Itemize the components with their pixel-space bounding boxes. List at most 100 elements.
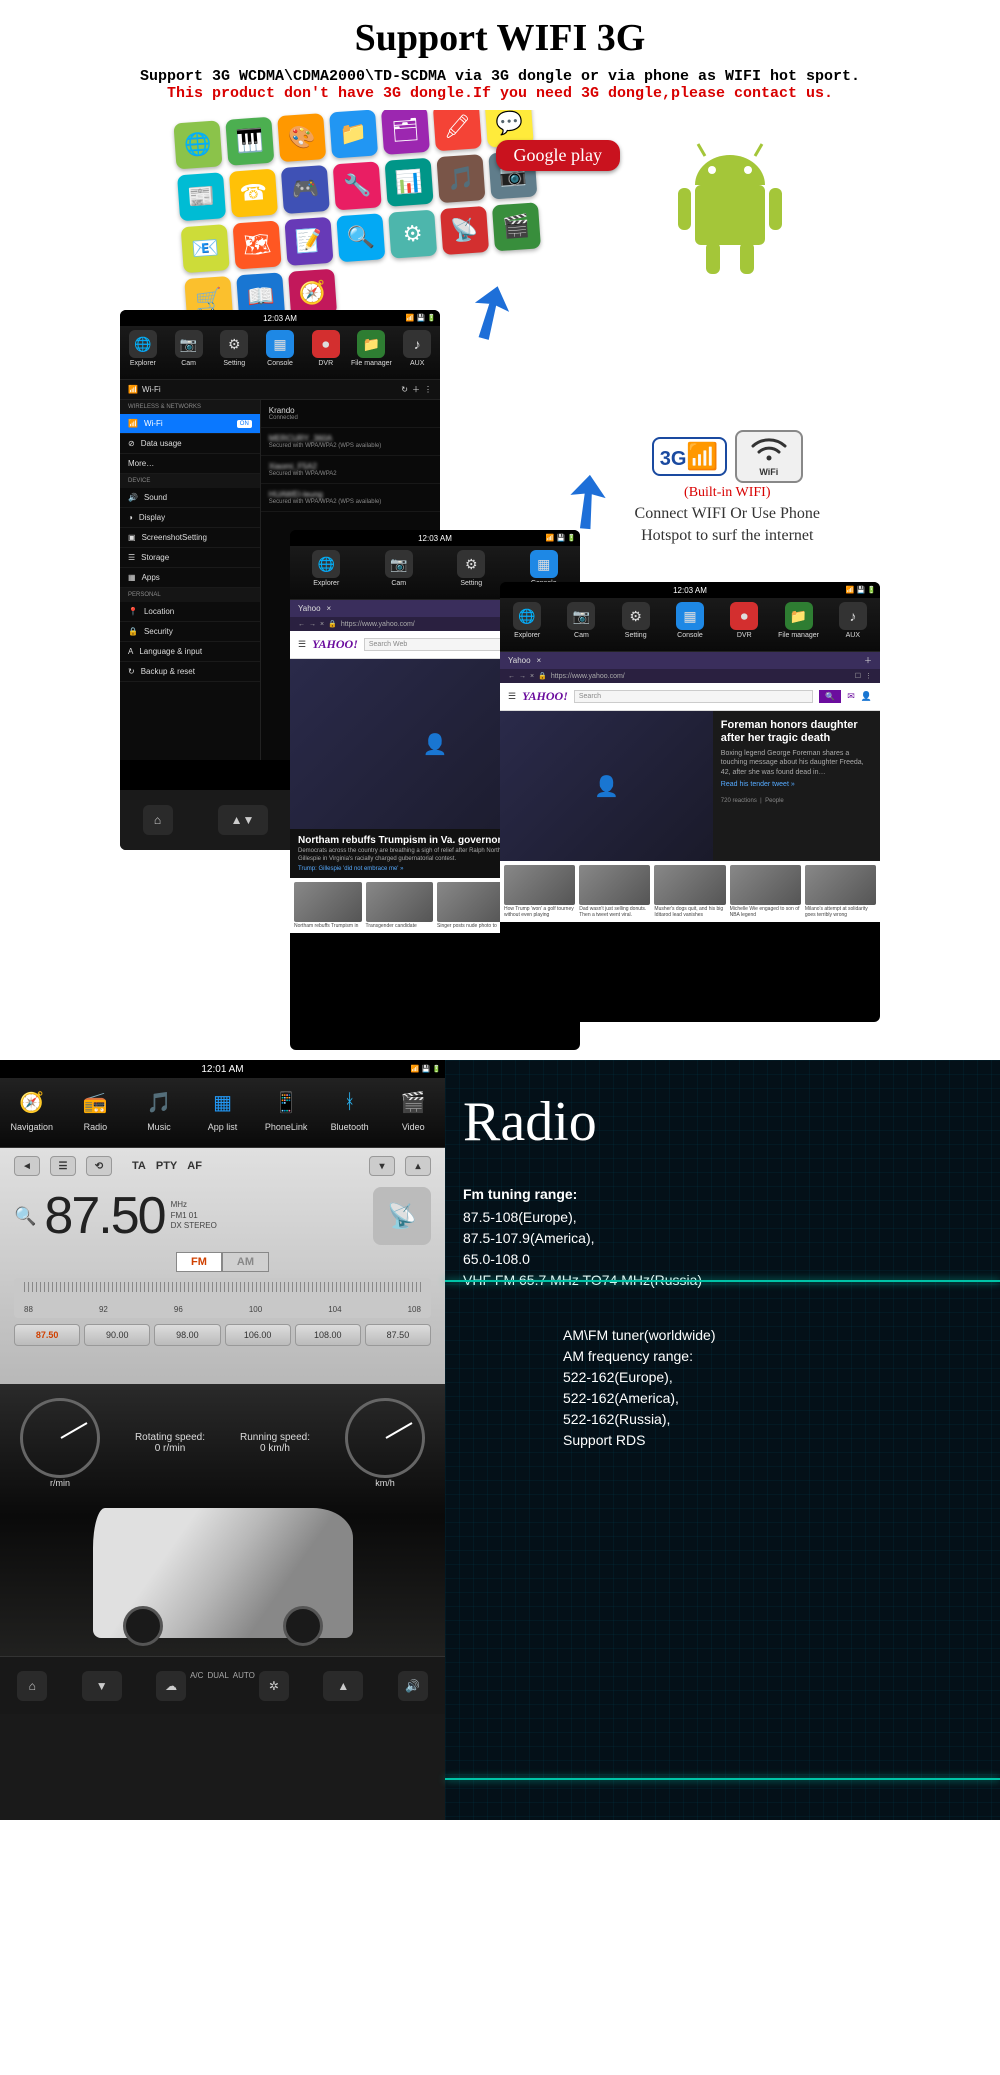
news-thumb[interactable]: Singer posts nude photo to <box>437 882 505 930</box>
search-button[interactable]: 🔍 <box>819 690 841 703</box>
prev-button[interactable]: ◄ <box>14 1156 40 1176</box>
app-icon[interactable]: 🎹 <box>225 117 274 166</box>
app-icon[interactable]: 📊 <box>385 158 434 207</box>
app-icon[interactable]: ⚙ <box>388 210 437 259</box>
yahoo-logo[interactable]: YAHOO! <box>522 689 568 704</box>
volume-button[interactable]: 🔊 <box>398 1671 428 1701</box>
preset-button[interactable]: 90.00 <box>84 1324 150 1346</box>
close-icon[interactable]: × <box>320 621 324 628</box>
fm-button[interactable]: FM <box>176 1252 222 1272</box>
temp-down-button[interactable]: ▼ <box>82 1671 122 1701</box>
search-input[interactable]: Search <box>574 690 813 703</box>
news-thumb[interactable]: How Trump 'won' a golf tourney without e… <box>504 865 575 918</box>
tune-up-button[interactable]: ▴ <box>405 1156 431 1176</box>
toolbar-item-explorer[interactable]: 🌐Explorer <box>120 326 166 379</box>
af-button[interactable]: AF <box>187 1160 202 1172</box>
app-icon[interactable]: 🔍 <box>336 213 385 262</box>
toolbar-item-dvr[interactable]: ⏺DVR <box>303 326 349 379</box>
toolbar-item-setting[interactable]: ⚙Setting <box>609 598 663 651</box>
app-icon[interactable]: 🧭 <box>288 269 337 310</box>
preset-button[interactable]: 106.00 <box>225 1324 291 1346</box>
menu-icon[interactable]: ⋮ <box>424 385 432 394</box>
sidebar-item-display[interactable]: ◑Display <box>120 508 260 528</box>
toolbar-item-cam[interactable]: 📷Cam <box>363 546 436 599</box>
fan-button[interactable]: ✲ <box>259 1671 289 1701</box>
nav-item-phonelink[interactable]: 📱PhoneLink <box>254 1078 318 1147</box>
news-thumb[interactable]: Northam rebuffs Trumpism in <box>294 882 362 930</box>
nav-item-music[interactable]: 🎵Music <box>127 1078 191 1147</box>
app-icon[interactable]: 🎮 <box>281 165 330 214</box>
preset-button[interactable]: 108.00 <box>295 1324 361 1346</box>
toolbar-item-console[interactable]: ▦Console <box>663 598 717 651</box>
toolbar-item-file-manager[interactable]: 📁File manager <box>771 598 825 651</box>
preset-button[interactable]: 87.50 <box>365 1324 431 1346</box>
preset-button[interactable]: 87.50 <box>14 1324 80 1346</box>
wifi-network-item[interactable]: KrandoConnected <box>261 400 440 428</box>
app-icon[interactable]: 📰 <box>177 172 226 221</box>
sidebar-item-security[interactable]: 🔒Security <box>120 622 260 642</box>
headline[interactable]: Foreman honors daughter after her tragic… <box>721 719 872 745</box>
nav-item-app-list[interactable]: ▦App list <box>191 1078 255 1147</box>
sidebar-item-language[interactable]: ALanguage & input <box>120 642 260 662</box>
antenna-button[interactable]: 📡 <box>373 1187 431 1245</box>
app-icon[interactable]: 🎬 <box>492 202 541 251</box>
wifi-network-item[interactable]: Xiaomi_F5A2Secured with WPA/WPA2 <box>261 456 440 484</box>
sidebar-item-data[interactable]: ⊘Data usage <box>120 434 260 454</box>
app-icon[interactable]: 🗺 <box>233 220 282 269</box>
sidebar-item-more[interactable]: More… <box>120 454 260 474</box>
app-icon[interactable]: 🗂 <box>381 110 430 155</box>
app-icon[interactable]: 🎨 <box>277 113 326 162</box>
sidebar-item-wifi[interactable]: 📶Wi-FiON <box>120 414 260 434</box>
profile-icon[interactable]: 👤 <box>861 691 872 702</box>
search-icon[interactable]: 🔍 <box>14 1206 36 1227</box>
wifi-network-item[interactable]: HUAWEI-leungSecured with WPA/WPA2 (WPS a… <box>261 484 440 512</box>
news-thumb[interactable]: Musher's dogs quit, and his big Iditarod… <box>654 865 725 918</box>
news-thumb[interactable]: Transgender candidate <box>366 882 434 930</box>
defrost-button[interactable]: ☁ <box>156 1671 186 1701</box>
toolbar-item-explorer[interactable]: 🌐Explorer <box>290 546 363 599</box>
toolbar-item-cam[interactable]: 📷Cam <box>166 326 212 379</box>
hamburger-icon[interactable]: ☰ <box>298 639 306 650</box>
home-button[interactable]: ⌂ <box>143 805 173 835</box>
wifi-toggle[interactable]: ON <box>237 420 252 428</box>
app-icon[interactable]: 📁 <box>329 110 378 159</box>
read-more-link[interactable]: Read his tender tweet » <box>721 781 872 788</box>
toolbar-item-explorer[interactable]: 🌐Explorer <box>500 598 554 651</box>
sidebar-item-sound[interactable]: 🔊Sound <box>120 488 260 508</box>
news-hero-image[interactable]: 👤 <box>500 711 713 861</box>
app-icon[interactable]: 🖍 <box>433 110 482 151</box>
hamburger-icon[interactable]: ☰ <box>508 691 516 702</box>
dual-button[interactable]: DUAL <box>207 1671 228 1701</box>
toolbar-item-aux[interactable]: ♪AUX <box>826 598 880 651</box>
toolbar-item-setting[interactable]: ⚙Setting <box>211 326 257 379</box>
app-icon[interactable]: 📡 <box>440 206 489 255</box>
url-bar[interactable]: ←→×🔒https://www.yahoo.com/☐⋮ <box>500 669 880 683</box>
sidebar-item-backup[interactable]: ↻Backup & reset <box>120 662 260 682</box>
ac-button[interactable]: A/C <box>190 1671 203 1701</box>
toolbar-item-aux[interactable]: ♪AUX <box>394 326 440 379</box>
refresh-icon[interactable]: ↻ <box>401 385 408 394</box>
toolbar-item-file-manager[interactable]: 📁File manager <box>349 326 395 379</box>
app-icon[interactable]: 📧 <box>181 224 230 273</box>
auto-button[interactable]: AUTO <box>233 1671 255 1701</box>
news-thumb[interactable]: Dad wasn't just selling donuts. Then a t… <box>579 865 650 918</box>
app-icon[interactable]: 📖 <box>236 272 285 310</box>
app-icon[interactable]: ☎ <box>229 169 278 218</box>
news-thumb[interactable]: Milano's attempt at solidarity goes terr… <box>805 865 876 918</box>
add-icon[interactable]: ＋ <box>412 384 420 395</box>
toolbar-item-console[interactable]: ▦Console <box>257 326 303 379</box>
list-button[interactable]: ☰ <box>50 1156 76 1176</box>
frequency-dial[interactable]: 889296100104108 <box>14 1278 431 1318</box>
nav-item-navigation[interactable]: 🧭Navigation <box>0 1078 64 1147</box>
sidebar-item-storage[interactable]: ☰Storage <box>120 548 260 568</box>
toolbar-item-dvr[interactable]: ⏺DVR <box>717 598 771 651</box>
browser-tab[interactable]: Yahoo×＋ <box>500 652 880 669</box>
home-button[interactable]: ⌂ <box>17 1671 47 1701</box>
mail-icon[interactable]: ✉ <box>847 691 855 702</box>
sidebar-item-apps[interactable]: ▦Apps <box>120 568 260 588</box>
temp-control[interactable]: ▲▼ <box>218 805 268 835</box>
tune-down-button[interactable]: ▾ <box>369 1156 395 1176</box>
nav-item-bluetooth[interactable]: ᚼBluetooth <box>318 1078 382 1147</box>
preset-button[interactable]: 98.00 <box>154 1324 220 1346</box>
news-thumb[interactable]: Michelle Wie engaged to son of NBA legen… <box>730 865 801 918</box>
